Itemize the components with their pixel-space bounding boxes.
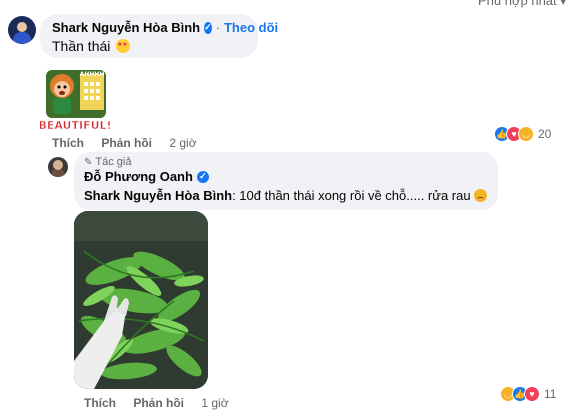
star-struck-emoji-icon <box>116 39 131 53</box>
separator: · <box>215 20 220 35</box>
reaction-summary[interactable]: 👍 ♥ ◡ 20 <box>494 126 552 142</box>
comment-author[interactable]: Shark Nguyễn Hòa Bình <box>52 20 200 35</box>
follow-link[interactable]: Theo dõi <box>224 20 278 35</box>
sad-emoji-icon <box>473 189 487 202</box>
reaction-count: 20 <box>538 127 552 141</box>
author-badge: ✎ Tác giả <box>84 156 488 168</box>
avatar[interactable] <box>8 16 36 44</box>
gif-text-top: AHHHH <box>80 71 105 78</box>
sort-dropdown[interactable]: Phù hợp nhất ▾ <box>478 0 566 8</box>
reply-text-row: Shark Nguyễn Hòa Bình: 10đ thần thái xon… <box>84 188 488 203</box>
sort-label: Phù hợp nhất <box>478 0 557 8</box>
reaction-count: 11 <box>544 387 557 401</box>
pen-icon: ✎ <box>84 156 93 168</box>
reply-author[interactable]: Đỗ Phương Oanh <box>84 169 193 184</box>
timestamp[interactable]: 1 giờ <box>201 396 228 410</box>
reply-link[interactable]: Phản hồi <box>133 396 184 410</box>
reply-text: : 10đ thần thái xong rồi về chỗ..... rửa… <box>232 188 471 203</box>
like-link[interactable]: Thích <box>52 136 84 150</box>
gif-text-bottom: BEAUTIFUL! <box>40 119 110 132</box>
love-icon: ♥ <box>524 386 540 402</box>
comment-actions: Thích Phản hồi 2 giờ <box>52 136 211 150</box>
chevron-down-icon: ▾ <box>560 0 566 8</box>
reply-actions: Thích Phản hồi 1 giờ <box>84 396 243 410</box>
beautiful-gif[interactable]: AHHHH BEAUTIFUL! <box>40 62 110 134</box>
comment-text-row: Thần thái <box>52 38 246 54</box>
verified-badge-icon: ✓ <box>204 21 212 34</box>
avatar[interactable] <box>48 157 68 177</box>
verified-badge-icon: ✓ <box>196 170 209 183</box>
comment-bubble: Shark Nguyễn Hòa Bình ✓ · Theo dõi Thần … <box>40 14 278 58</box>
reply-link[interactable]: Phản hồi <box>101 136 152 150</box>
author-badge-label: Tác giả <box>95 156 132 168</box>
timestamp[interactable]: 2 giờ <box>169 136 196 150</box>
reply-bubble: ✎ Tác giả Đỗ Phương Oanh ✓ Shark Nguyễn … <box>74 152 498 210</box>
comment-text: Thần thái <box>52 38 111 54</box>
like-link[interactable]: Thích <box>84 396 116 410</box>
haha-icon: ◡ <box>518 126 534 142</box>
mention-link[interactable]: Shark Nguyễn Hòa Bình <box>84 188 232 203</box>
vegetable-photo[interactable] <box>74 211 208 389</box>
reaction-summary[interactable]: ◡ 👍 ♥ 11 <box>500 386 557 402</box>
